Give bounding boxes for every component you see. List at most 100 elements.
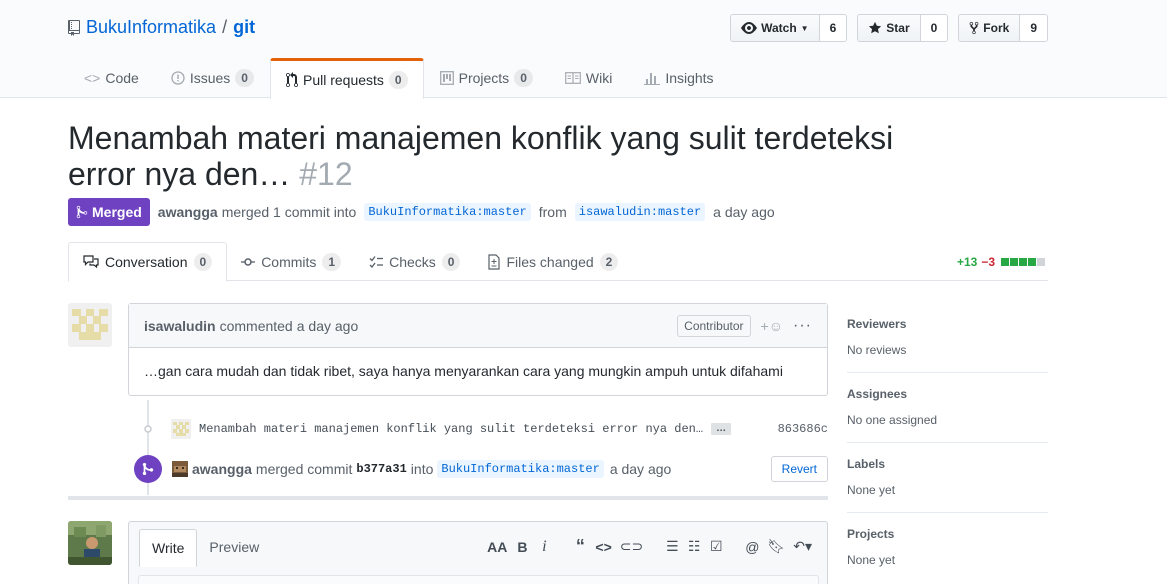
diffstat-block (1001, 258, 1009, 266)
link-icon[interactable]: ⊂⊃ (620, 538, 643, 555)
list-ordered-icon[interactable]: ☷ (687, 538, 701, 555)
head-branch[interactable]: isawaludin:master (574, 203, 706, 221)
star-button[interactable]: Star (858, 15, 921, 41)
bold-icon[interactable]: B (515, 539, 529, 555)
pr-author-link[interactable]: awangga (158, 204, 218, 220)
watch-group: Watch ▼ 6 (730, 14, 848, 42)
nav-pull-requests-count: 0 (388, 71, 408, 89)
book-icon (564, 72, 581, 84)
merge-time-link[interactable]: a day ago (610, 461, 672, 477)
repo-name-link[interactable]: git (233, 17, 255, 38)
star-count[interactable]: 0 (920, 15, 948, 41)
fork-group: Fork 9 (958, 14, 1048, 42)
assignees-heading[interactable]: Assignees (847, 387, 1048, 401)
commit-icon (144, 425, 152, 433)
pull-request-icon (285, 72, 298, 88)
comment-textarea[interactable] (138, 575, 819, 584)
projects-value: None yet (847, 553, 896, 567)
avatar[interactable] (68, 303, 112, 347)
list-unordered-icon[interactable]: ☰ (665, 538, 679, 555)
nav-projects[interactable]: Projects 0 (424, 58, 549, 98)
reviewers-heading[interactable]: Reviewers (847, 317, 1048, 331)
sidebar-reviewers: Reviewers No reviews (847, 303, 1048, 373)
nav-wiki[interactable]: Wiki (549, 58, 628, 98)
sidebar-assignees: Assignees No one assigned (847, 373, 1048, 443)
tab-conversation[interactable]: Conversation 0 (68, 242, 228, 282)
labels-heading[interactable]: Labels (847, 457, 1048, 471)
fork-count[interactable]: 9 (1020, 15, 1047, 41)
merge-author-link[interactable]: awangga (192, 461, 252, 477)
repo-icon (68, 19, 80, 36)
reply-icon[interactable]: ↶▾ (793, 538, 812, 555)
tab-conversation-label: Conversation (105, 254, 188, 270)
fork-button[interactable]: Fork (959, 15, 1021, 41)
tasklist-icon[interactable]: ☑ (709, 538, 723, 555)
merge-event-badge (134, 455, 162, 483)
revert-button[interactable]: Revert (770, 456, 828, 482)
comment-discussion-icon (83, 255, 99, 269)
projects-heading[interactable]: Projects (847, 527, 1048, 541)
comment-time-link[interactable]: a day ago (297, 318, 359, 334)
quote-icon[interactable]: “ (573, 536, 587, 557)
repo-separator: / (222, 17, 228, 37)
comment-author-link[interactable]: isawaludin (144, 318, 216, 334)
diffstat-removed: −3 (981, 255, 995, 269)
merge-icon (76, 205, 88, 219)
tab-commits[interactable]: Commits 1 (227, 242, 355, 281)
nav-code-label: Code (105, 70, 139, 86)
commit-sha-link[interactable]: 863686c (778, 422, 828, 436)
pr-time: a day ago (713, 204, 775, 220)
merge-branch[interactable]: BukuInformatika:master (437, 460, 604, 478)
commit-expand-button[interactable]: … (711, 423, 732, 435)
repo-header: BukuInformatika / git Watch ▼ 6 Star 0 F… (0, 0, 1167, 99)
avatar[interactable] (171, 419, 191, 439)
nav-projects-label: Projects (458, 70, 510, 86)
pr-number: #12 (299, 156, 353, 192)
commit-icon (241, 257, 256, 266)
pr-from-text: from (538, 204, 567, 220)
commit-message-link[interactable]: Menambah materi manajemen konflik yang s… (199, 422, 703, 436)
sidebar-projects: Projects None yet (847, 513, 1048, 582)
nav-insights[interactable]: Insights (628, 58, 729, 98)
watch-label: Watch (761, 21, 797, 35)
bookmark-icon[interactable]: 🔖︎ (767, 538, 785, 555)
code-icon[interactable]: <> (595, 539, 611, 555)
diffstat-added: +13 (956, 255, 978, 269)
tab-checks[interactable]: Checks 0 (355, 242, 474, 281)
star-icon (869, 21, 882, 34)
text-size-icon[interactable]: AA (487, 539, 507, 555)
diffstat-block (1019, 258, 1027, 266)
repo-actions: Watch ▼ 6 Star 0 Fork 9 (730, 14, 1048, 42)
nav-issues[interactable]: Issues 0 (155, 58, 270, 98)
comment: isawaludin commented a day ago Contribut… (128, 303, 828, 396)
add-reaction-icon[interactable]: +☺ (761, 318, 783, 334)
preview-tab[interactable]: Preview (197, 529, 271, 567)
discussion-sidebar: Reviewers No reviews Assignees No one as… (847, 303, 1048, 582)
nav-pull-requests[interactable]: Pull requests 0 (269, 58, 424, 99)
nav-issues-count: 0 (235, 69, 254, 87)
italic-icon[interactable]: i (537, 538, 551, 556)
pr-merged-text: merged 1 commit into (221, 204, 357, 220)
base-branch[interactable]: BukuInformatika:master (364, 203, 531, 221)
repo-title: BukuInformatika / git (68, 17, 255, 38)
merge-sha-link[interactable]: b377a31 (356, 462, 406, 476)
code-icon: <> (84, 70, 101, 86)
avatar[interactable] (68, 521, 112, 565)
mention-icon[interactable]: @ (745, 539, 759, 555)
kebab-horizontal-icon[interactable]: ··· (793, 317, 812, 335)
nav-wiki-label: Wiki (585, 70, 613, 86)
diffstat-block (1037, 258, 1045, 266)
reviewers-value: No reviews (847, 343, 907, 357)
write-tab[interactable]: Write (139, 529, 198, 567)
nav-projects-count: 0 (514, 69, 533, 87)
merged-event: awangga merged commit b377a31 into BukuI… (134, 453, 828, 485)
contributor-label: Contributor (677, 314, 751, 337)
tab-commits-count: 1 (322, 252, 342, 271)
tab-files-changed[interactable]: Files changed 2 (474, 242, 632, 281)
watch-button[interactable]: Watch ▼ (731, 15, 820, 41)
avatar[interactable] (172, 461, 188, 477)
repo-owner-link[interactable]: BukuInformatika (86, 17, 216, 38)
nav-code[interactable]: <> Code (68, 58, 155, 98)
nav-insights-label: Insights (665, 70, 714, 86)
watch-count[interactable]: 6 (819, 15, 847, 41)
